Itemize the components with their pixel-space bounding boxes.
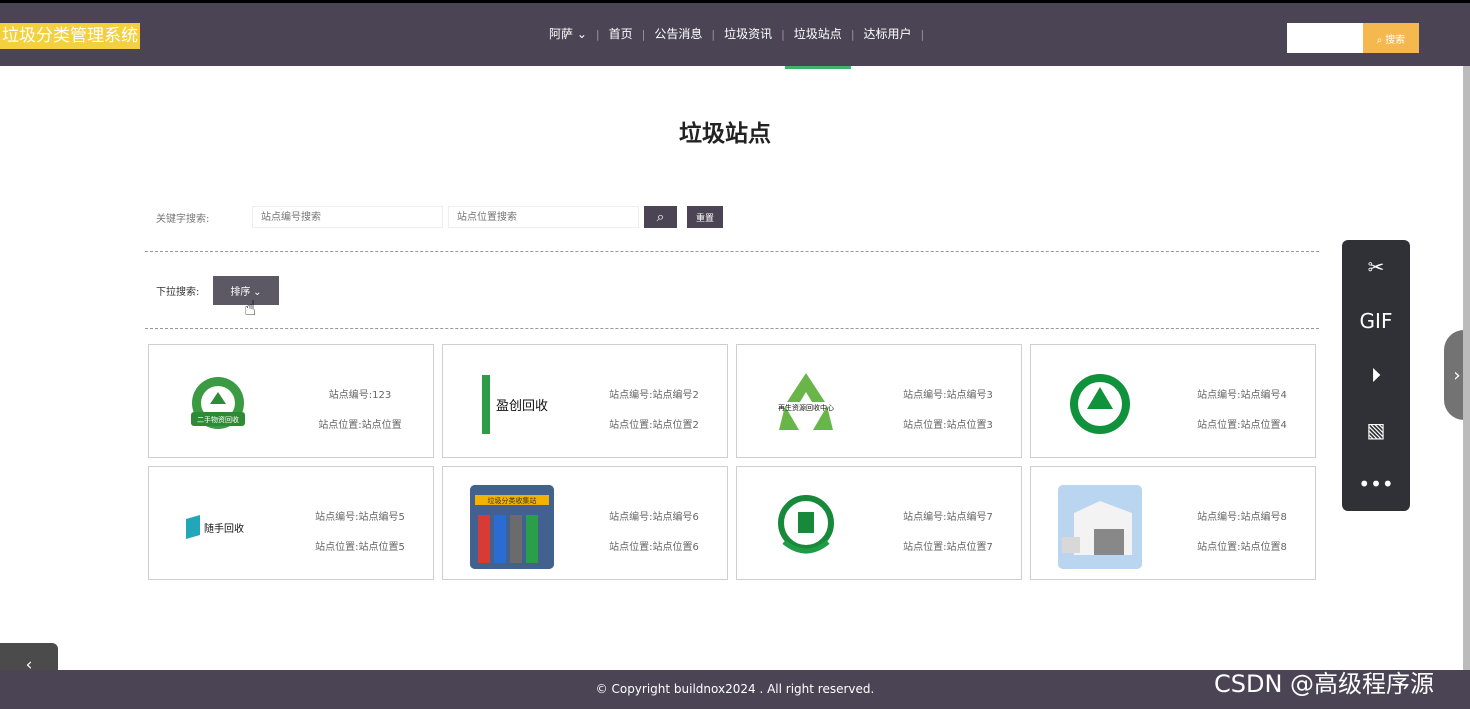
station-number: 站点编号:站点编号7 — [903, 512, 993, 523]
station-number-search-input[interactable] — [252, 206, 443, 228]
station-number: 站点编号:站点编号6 — [609, 512, 699, 523]
station-info: 站点编号:站点编号2 站点位置:站点位置2 — [583, 381, 725, 441]
station-location: 站点位置:站点位置 — [318, 420, 402, 431]
dropdown-filter-row: 下拉搜索: 排序 ⌄ — [156, 276, 279, 305]
station-card[interactable]: 随手回收 站点编号:站点编号5 站点位置:站点位置5 — [148, 466, 434, 580]
image-icon[interactable]: ▧ — [1361, 415, 1391, 445]
station-number: 站点编号:123 — [328, 390, 392, 401]
gif-icon[interactable]: GIF — [1360, 306, 1393, 336]
main-navigation: 阿萨 ⌄ | 首页 | 公告消息 | 垃圾资讯 | 垃圾站点 | 达标用户 | — [540, 3, 925, 69]
top-navigation: 垃圾分类管理系统 阿萨 ⌄ | 首页 | 公告消息 | 垃圾资讯 | 垃圾站点 | 达标用… — [0, 0, 1470, 69]
nav-qualified-users[interactable]: 达标用户 — [855, 3, 921, 66]
nav-home[interactable]: 首页 — [600, 3, 642, 66]
more-icon[interactable]: ••• — [1358, 469, 1393, 499]
trash-bin-icon — [778, 495, 834, 554]
station-info: 站点编号:站点编号3 站点位置:站点位置3 — [877, 381, 1019, 441]
divider — [145, 251, 1319, 252]
station-number: 站点编号:站点编号4 — [1197, 390, 1287, 401]
image-label: 二手物资回收 — [197, 415, 239, 424]
recycling-circle-image — [1058, 363, 1142, 447]
search-button[interactable]: ⌕ — [644, 206, 677, 228]
nav-waste-stations[interactable]: 垃圾站点 — [784, 3, 851, 69]
recycling-logo-icon: 盈创回收 — [482, 375, 548, 434]
station-location: 站点位置:站点位置6 — [609, 542, 699, 553]
recycling-badge-image: 二手物资回收 — [176, 363, 260, 447]
nav-separator: | — [920, 28, 925, 41]
station-info: 站点编号:站点编号6 站点位置:站点位置6 — [583, 503, 725, 563]
station-location: 站点位置:站点位置7 — [903, 542, 993, 553]
station-location: 站点位置:站点位置4 — [1197, 420, 1287, 431]
page-title: 垃圾站点 — [679, 121, 771, 147]
station-card[interactable]: 再生资源回收中心 站点编号:站点编号3 站点位置:站点位置3 — [736, 344, 1022, 458]
recycling-arrows-icon: 再生资源回收中心 — [778, 373, 834, 430]
station-card[interactable]: 盈创回收 站点编号:站点编号2 站点位置:站点位置2 — [442, 344, 728, 458]
search-icon: ⌕ — [656, 209, 665, 224]
recycling-brand-icon: 随手回收 — [186, 515, 244, 539]
recycling-icon: 二手物资回收 — [191, 377, 245, 429]
station-info: 站点编号:站点编号7 站点位置:站点位置7 — [877, 503, 1019, 563]
station-info: 站点编号:站点编号8 站点位置:站点位置8 — [1171, 503, 1313, 563]
nav-waste-news[interactable]: 垃圾资讯 — [715, 3, 781, 66]
station-card[interactable]: 站点编号:站点编号8 站点位置:站点位置8 — [1030, 466, 1316, 580]
image-label: 随手回收 — [204, 522, 244, 535]
station-number: 站点编号:站点编号3 — [903, 390, 993, 401]
station-number: 站点编号:站点编号5 — [315, 512, 405, 523]
brand-title[interactable]: 垃圾分类管理系统 — [0, 23, 140, 49]
collection-station-photo: 垃圾分类收集站 — [470, 485, 554, 569]
station-grid: 二手物资回收 站点编号:123 站点位置:站点位置 盈创回收 站点编号:站点编号2… — [148, 344, 1316, 580]
station-location-search-input[interactable] — [448, 206, 639, 228]
scrollbar[interactable] — [1463, 66, 1470, 670]
station-building-photo — [1058, 485, 1142, 569]
station-number: 站点编号:站点编号2 — [609, 390, 699, 401]
station-info: 站点编号:站点编号5 站点位置:站点位置5 — [289, 503, 431, 563]
waste-bins-icon: 垃圾分类收集站 — [470, 485, 554, 569]
header-search: ⌕ 搜索 — [1287, 23, 1419, 53]
reset-button[interactable]: 重置 — [687, 206, 723, 228]
station-location: 站点位置:站点位置3 — [903, 420, 993, 431]
recycling-circle-icon — [1070, 374, 1130, 434]
record-icon[interactable]: ⏵ — [1361, 360, 1391, 390]
header-search-input[interactable] — [1287, 23, 1363, 53]
csdn-watermark: CSDN @高级程序源 — [1214, 670, 1435, 698]
building-icon — [1058, 485, 1142, 569]
header-search-button[interactable]: ⌕ 搜索 — [1363, 23, 1419, 53]
station-location: 站点位置:站点位置8 — [1197, 542, 1287, 553]
recycling-brand-image: 随手回收 — [176, 485, 260, 569]
dropdown-search-label: 下拉搜索: — [156, 287, 200, 298]
image-label: 盈创回收 — [496, 399, 548, 414]
image-label: 再生资源回收中心 — [778, 403, 834, 412]
hand-cursor-icon: ☝ — [244, 296, 257, 320]
recycling-logo-image: 盈创回收 — [470, 363, 554, 447]
nav-announcements[interactable]: 公告消息 — [645, 3, 711, 66]
station-card[interactable]: 站点编号:站点编号4 站点位置:站点位置4 — [1030, 344, 1316, 458]
renewable-recycling-center-image: 再生资源回收中心 — [764, 363, 848, 447]
divider — [145, 328, 1319, 329]
bin-recycling-image — [764, 485, 848, 569]
station-card[interactable]: 二手物资回收 站点编号:123 站点位置:站点位置 — [148, 344, 434, 458]
station-number: 站点编号:站点编号8 — [1197, 512, 1287, 523]
screenshot-toolbar: ✂ GIF ⏵ ▧ ••• — [1342, 240, 1410, 511]
scissors-icon[interactable]: ✂ — [1361, 252, 1391, 282]
station-card[interactable]: 垃圾分类收集站 站点编号:站点编号6 站点位置:站点位置6 — [442, 466, 728, 580]
station-location: 站点位置:站点位置2 — [609, 420, 699, 431]
station-card[interactable]: 站点编号:站点编号7 站点位置:站点位置7 — [736, 466, 1022, 580]
station-info: 站点编号:站点编号4 站点位置:站点位置4 — [1171, 381, 1313, 441]
keyword-filter-row: 关键字搜索: ⌕ 重置 — [156, 205, 723, 229]
station-location: 站点位置:站点位置5 — [315, 542, 405, 553]
keyword-search-label: 关键字搜索: — [156, 213, 210, 225]
station-info: 站点编号:123 站点位置:站点位置 — [289, 381, 431, 441]
nav-user-menu[interactable]: 阿萨 ⌄ — [540, 3, 596, 66]
image-label: 垃圾分类收集站 — [488, 496, 537, 505]
